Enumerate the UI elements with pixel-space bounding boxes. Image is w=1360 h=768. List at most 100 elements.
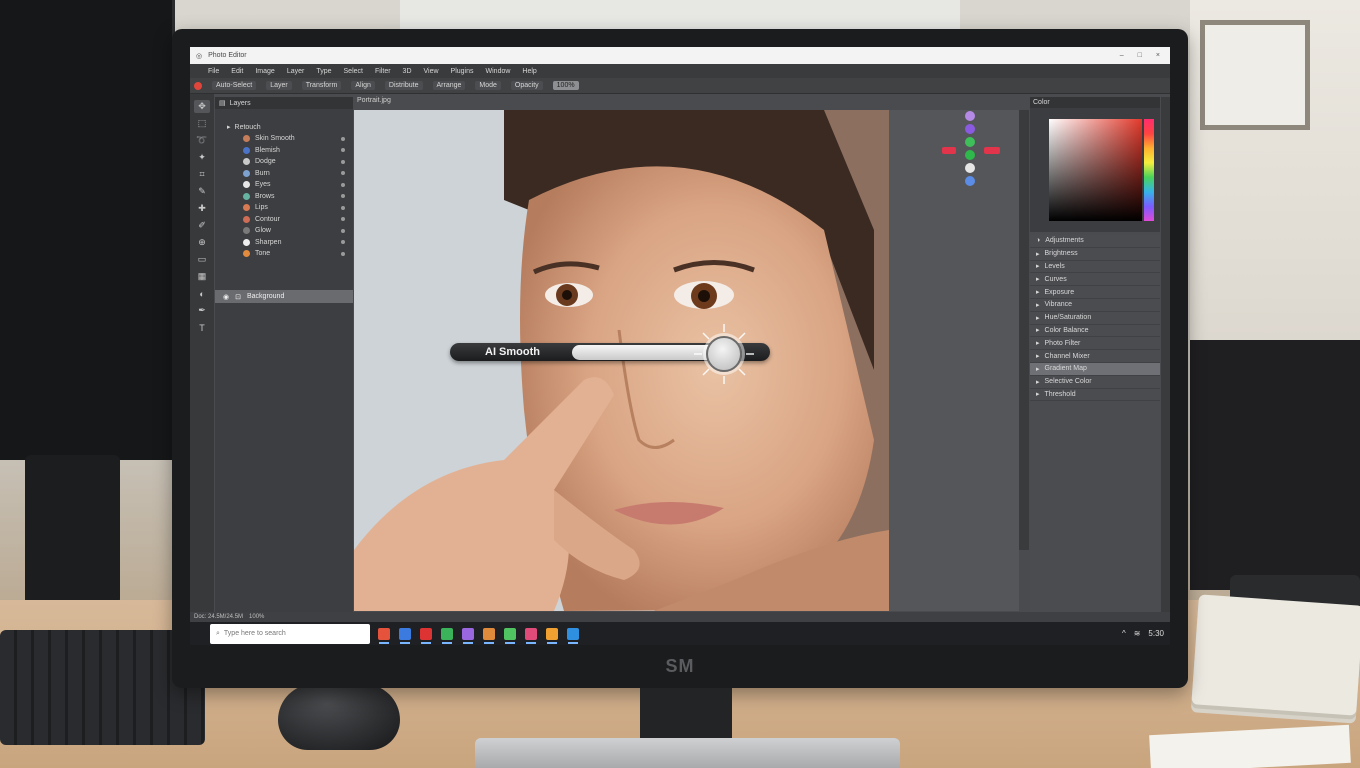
menu-select[interactable]: Select <box>344 68 363 75</box>
scrollbar[interactable] <box>1161 97 1170 637</box>
adjustment-item[interactable]: ▸ Selective Color <box>1030 376 1160 389</box>
visibility-icon[interactable] <box>341 251 345 256</box>
adjustment-item[interactable]: ▸ Brightness <box>1030 248 1160 261</box>
document-tab[interactable]: Portrait.jpg <box>355 97 655 109</box>
menu-3d[interactable]: 3D <box>403 68 412 75</box>
type-tool-icon[interactable]: T <box>194 321 210 334</box>
lock-icon[interactable]: ⊡ <box>235 293 241 301</box>
visibility-icon[interactable] <box>341 182 345 187</box>
layer-row[interactable]: Dodge <box>215 156 353 168</box>
layer-row[interactable]: Brows <box>215 191 353 203</box>
visibility-icon[interactable] <box>341 240 345 245</box>
adjustment-item[interactable]: ▸ Vibrance <box>1030 299 1160 312</box>
opacity-value[interactable]: 100% <box>552 81 579 90</box>
visibility-icon[interactable] <box>341 159 345 164</box>
layer-row[interactable]: Lips <box>215 202 353 214</box>
option-distribute[interactable]: Distribute <box>384 81 423 90</box>
marquee-tool-icon[interactable]: ⬚ <box>194 117 210 130</box>
adjustment-item[interactable]: ▸ Exposure <box>1030 286 1160 299</box>
app-icon-2[interactable] <box>399 627 411 644</box>
crop-tool-icon[interactable]: ⌗ <box>194 168 210 181</box>
app-icon-1[interactable] <box>378 627 390 644</box>
layer-row[interactable]: Glow <box>215 225 353 237</box>
layer-name: Brows <box>255 192 275 200</box>
visibility-icon[interactable] <box>341 228 345 233</box>
option-arrange[interactable]: Arrange <box>432 81 466 90</box>
adjustment-item[interactable]: ▸ Levels <box>1030 261 1160 274</box>
brush-tool-icon[interactable]: ✐ <box>194 219 210 232</box>
menu-help[interactable]: Help <box>522 68 536 75</box>
eraser-tool-icon[interactable]: ▭ <box>194 253 210 266</box>
color-picker-widget[interactable] <box>940 110 1010 200</box>
healing-tool-icon[interactable]: ✚ <box>194 202 210 215</box>
visibility-icon[interactable] <box>341 217 345 222</box>
menu-window[interactable]: Window <box>486 68 511 75</box>
menu-edit[interactable]: Edit <box>231 68 243 75</box>
app-icon-9[interactable] <box>546 627 558 644</box>
color-field[interactable] <box>1049 119 1142 221</box>
adjustment-item[interactable]: ▸ Color Balance <box>1030 325 1160 338</box>
app-icon-3[interactable] <box>420 627 432 644</box>
wand-tool-icon[interactable]: ✦ <box>194 151 210 164</box>
layer-group[interactable]: ▸ Retouch <box>215 121 353 133</box>
menu-view[interactable]: View <box>424 68 439 75</box>
app-icon-6[interactable] <box>483 627 495 644</box>
app-icon-4[interactable] <box>441 627 453 644</box>
option-transform[interactable]: Transform <box>301 81 342 90</box>
eyedropper-tool-icon[interactable]: ✎ <box>194 185 210 198</box>
adjustment-item[interactable]: ▸ Curves <box>1030 273 1160 287</box>
visibility-icon[interactable] <box>341 205 345 210</box>
pen-tool-icon[interactable]: ✒ <box>194 304 210 317</box>
taskbar-search[interactable]: ⌕ Type here to search <box>210 623 370 644</box>
hue-slider[interactable] <box>1144 119 1154 221</box>
layer-row[interactable]: Blemish <box>215 145 353 157</box>
visibility-icon[interactable] <box>341 136 345 141</box>
visibility-icon[interactable] <box>341 194 345 199</box>
option-layer[interactable]: Layer <box>266 81 292 90</box>
move-tool-icon[interactable]: ✥ <box>194 100 210 113</box>
menu-filter[interactable]: Filter <box>375 68 391 75</box>
lasso-tool-icon[interactable]: ➰ <box>194 134 210 147</box>
minimize-button[interactable]: – <box>1120 52 1124 59</box>
visibility-icon[interactable] <box>341 148 345 153</box>
close-button[interactable]: × <box>1156 52 1160 59</box>
selected-layer-row[interactable]: ◉ ⊡ Background <box>215 290 353 303</box>
menu-layer[interactable]: Layer <box>287 68 305 75</box>
layer-row[interactable]: Burn <box>215 168 353 180</box>
layer-row[interactable]: Tone <box>215 248 353 260</box>
stamp-tool-icon[interactable]: ⊕ <box>194 236 210 249</box>
option-align[interactable]: Align <box>351 81 375 90</box>
layers-panel-title: Layers <box>229 99 251 107</box>
option-auto-select[interactable]: Auto-Select <box>212 81 257 90</box>
maximize-button[interactable]: □ <box>1138 52 1142 59</box>
app-icon-10[interactable] <box>567 627 579 644</box>
up-arrow-icon[interactable]: ^ <box>1122 629 1126 638</box>
menu-type[interactable]: Type <box>316 68 331 75</box>
app-icon-7[interactable] <box>504 627 516 644</box>
option-opacity[interactable]: Opacity <box>510 81 543 90</box>
wifi-icon[interactable]: ≋ <box>1134 629 1141 638</box>
adjustment-item[interactable]: ▸ Photo Filter <box>1030 337 1160 351</box>
dodge-tool-icon[interactable]: ◐ <box>194 287 210 300</box>
layer-thumbnail-icon <box>243 204 250 212</box>
record-icon[interactable] <box>194 81 202 90</box>
adjustment-item[interactable]: ▸ Gradient Map <box>1030 362 1160 376</box>
adjustment-item[interactable]: ▸ Hue/Saturation <box>1030 312 1160 325</box>
menu-image[interactable]: Image <box>255 68 274 75</box>
visibility-icon[interactable] <box>341 171 345 176</box>
system-tray: ^ ≋ 5:30 <box>1122 629 1164 638</box>
option-mode[interactable]: Mode <box>475 81 501 90</box>
visibility-icon[interactable]: ◉ <box>223 293 229 301</box>
layer-row[interactable]: Skin Smooth <box>215 133 353 145</box>
app-icon-5[interactable] <box>462 627 474 644</box>
layer-row[interactable]: Sharpen <box>215 237 353 249</box>
layer-row[interactable]: Eyes <box>215 179 353 191</box>
adjustment-item[interactable]: ▸ Channel Mixer <box>1030 350 1160 363</box>
menu-file[interactable]: File <box>208 68 219 75</box>
tray-clock[interactable]: 5:30 <box>1148 629 1164 638</box>
gradient-tool-icon[interactable]: ▦ <box>194 270 210 283</box>
layer-row[interactable]: Contour <box>215 214 353 226</box>
app-icon-8[interactable] <box>525 627 537 644</box>
adjustment-item[interactable]: ▸ Threshold <box>1030 389 1160 402</box>
menu-plugins[interactable]: Plugins <box>451 68 474 75</box>
